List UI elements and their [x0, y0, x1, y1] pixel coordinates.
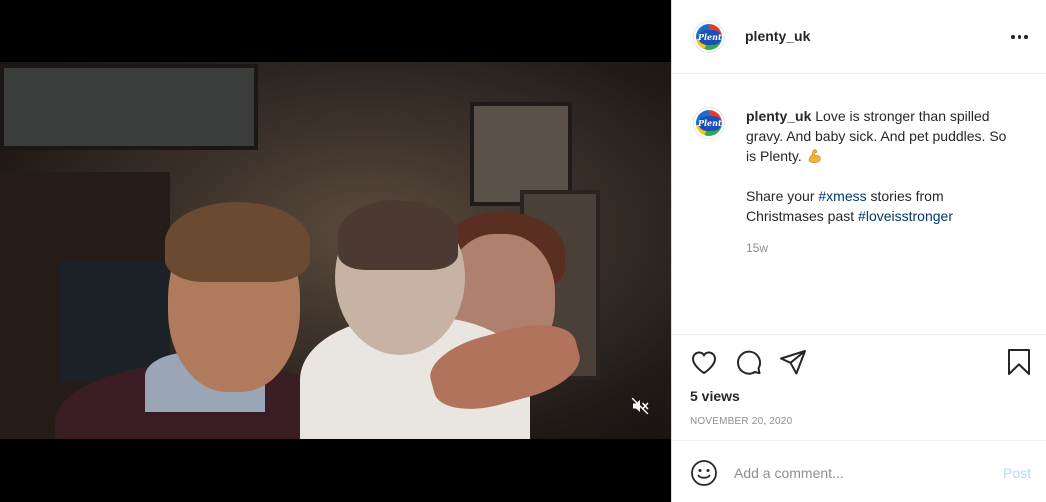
hashtag-loveisstronger[interactable]: #loveisstronger	[858, 208, 953, 224]
caption-line-1: plenty_uk Love is stronger than spilled …	[746, 106, 1016, 166]
post-details-panel: Plenty plenty_uk Plenty plenty_uk Love i…	[671, 0, 1046, 502]
video-player[interactable]	[0, 62, 671, 439]
add-comment-bar: Post	[672, 440, 1046, 502]
hashtag-xmess[interactable]: #xmess	[818, 188, 866, 204]
view-count[interactable]: 5 views	[690, 388, 740, 404]
caption-share-prefix: Share your	[746, 188, 815, 204]
video-panel	[0, 0, 671, 502]
caption-text: plenty_uk Love is stronger than spilled …	[746, 106, 1016, 226]
caption-line-2: Share your #xmess stories from Christmas…	[746, 186, 1016, 226]
comment-bubble-icon[interactable]	[734, 347, 764, 377]
avatar[interactable]: Plenty	[693, 107, 725, 139]
action-bar: 5 views NOVEMBER 20, 2020	[672, 334, 1046, 440]
flexed-biceps-emoji-icon	[806, 148, 824, 164]
avatar-logo-text: Plenty	[698, 32, 725, 42]
avatar-logo-text: Plenty	[698, 118, 725, 128]
comment-input[interactable]	[734, 462, 974, 484]
caption-section: Plenty plenty_uk Love is stronger than s…	[672, 74, 1046, 334]
man-hair	[165, 202, 310, 282]
caption-timestamp[interactable]: 15w	[746, 241, 768, 255]
post-date: NOVEMBER 20, 2020	[690, 416, 793, 427]
post-comment-button[interactable]: Post	[1003, 465, 1031, 481]
paper-plane-icon[interactable]	[778, 347, 808, 377]
more-options-icon[interactable]	[1011, 29, 1031, 45]
post-header: Plenty plenty_uk	[672, 0, 1046, 74]
header-username[interactable]: plenty_uk	[745, 28, 810, 44]
avatar[interactable]: Plenty	[693, 21, 725, 53]
caption-username[interactable]: plenty_uk	[746, 108, 811, 124]
muted-speaker-icon[interactable]	[631, 397, 649, 415]
bookmark-icon[interactable]	[1004, 347, 1034, 377]
heart-icon[interactable]	[689, 347, 719, 377]
baby-hair	[338, 200, 458, 270]
smiley-icon[interactable]	[690, 459, 718, 487]
background-picture-frame	[0, 64, 258, 150]
